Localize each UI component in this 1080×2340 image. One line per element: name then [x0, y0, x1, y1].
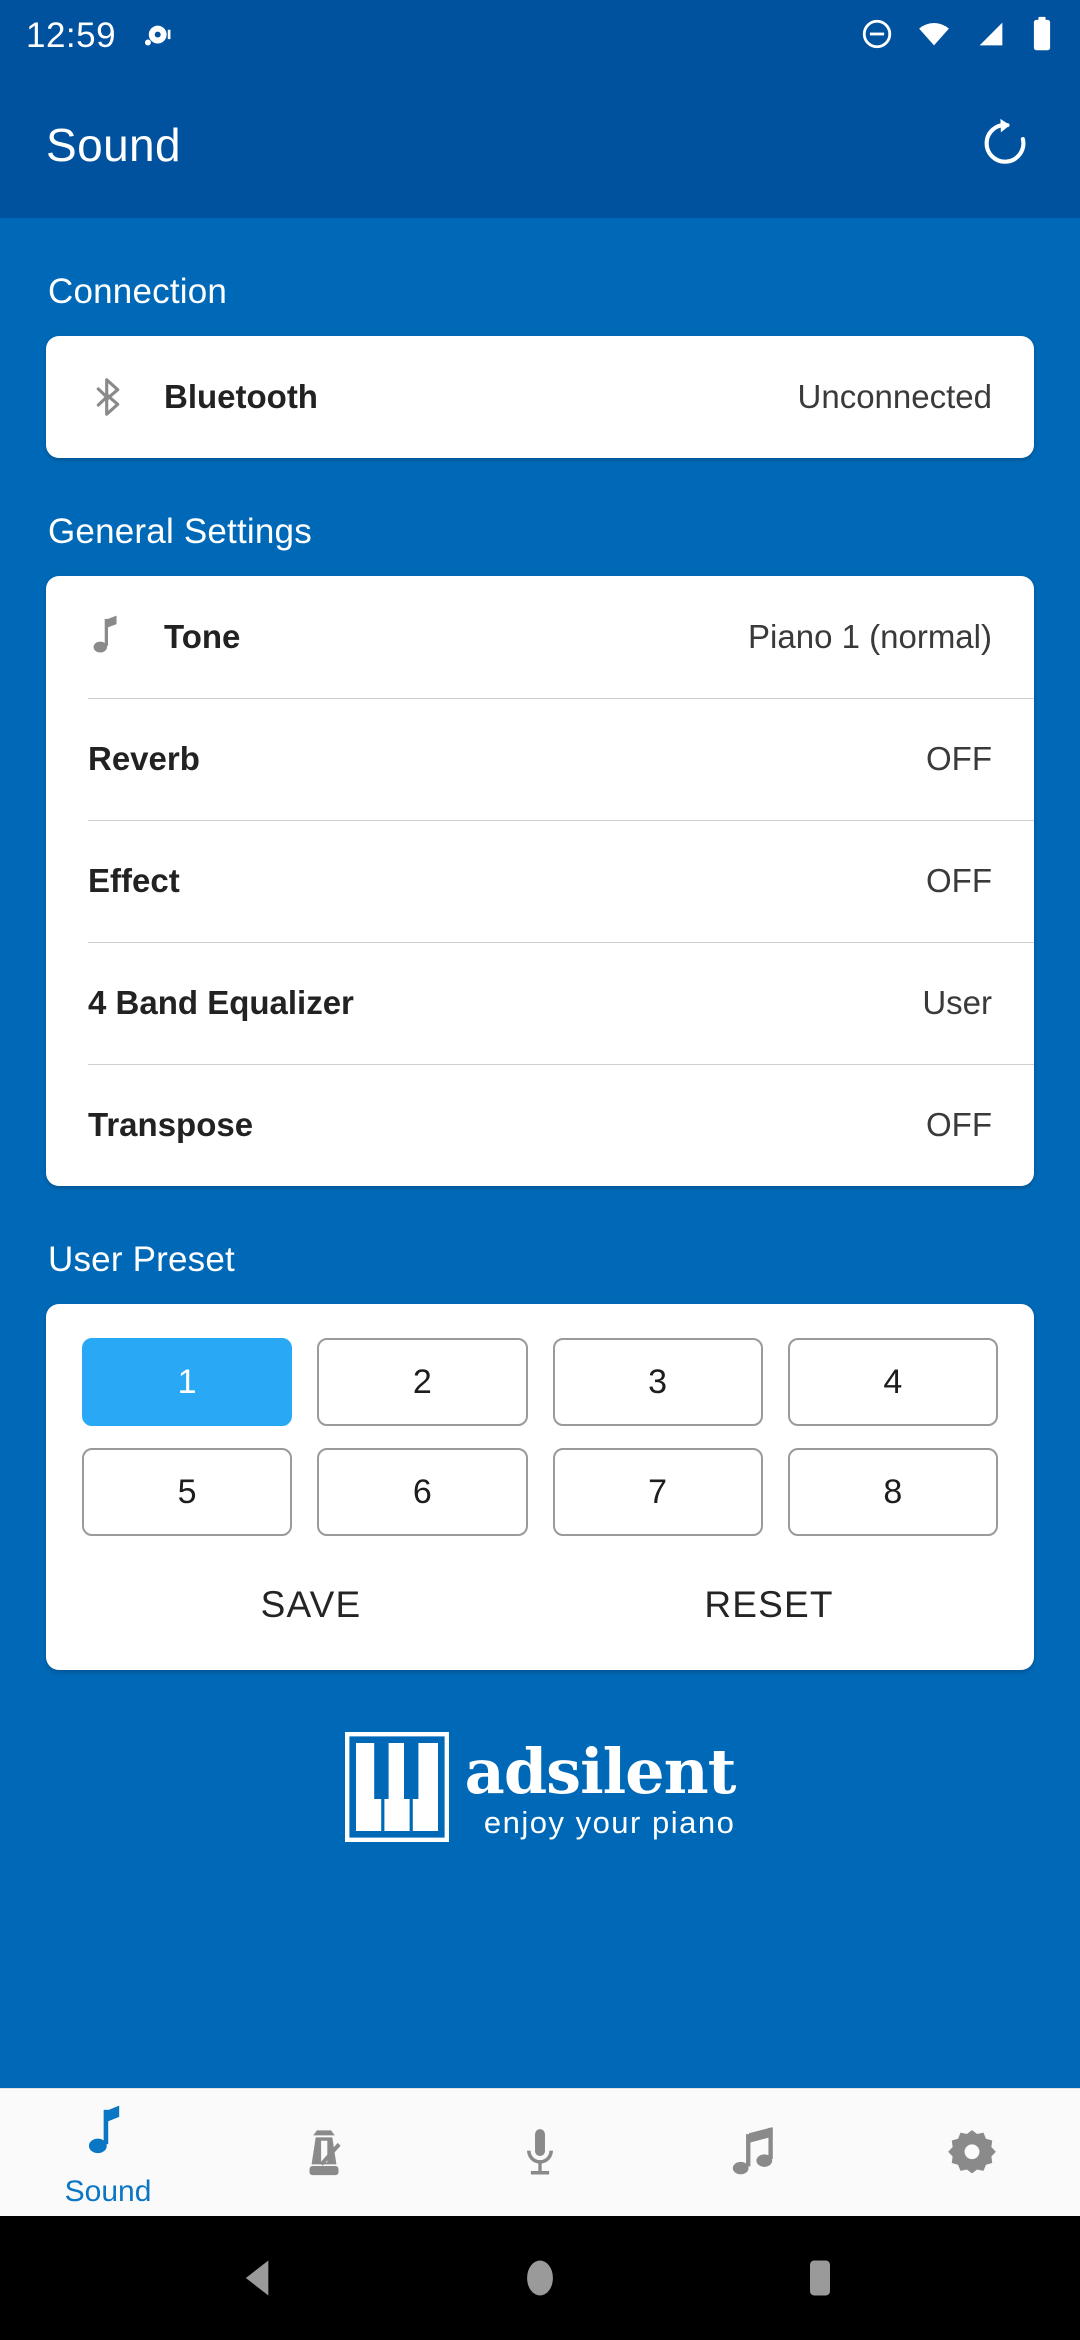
- preset-grid: 1 2 3 4 5 6 7 8: [82, 1338, 998, 1536]
- bottom-navigation: Sound Metronome: [0, 2088, 1080, 2216]
- preset-button-7[interactable]: 7: [552, 1448, 763, 1536]
- row-label: Tone: [164, 618, 241, 655]
- row-value: OFF: [926, 1106, 992, 1143]
- main-content: Connection Bluetooth Unconnected General…: [0, 218, 1080, 2088]
- battery-icon: [1030, 16, 1054, 57]
- row-label: Effect: [88, 862, 180, 899]
- nav-item-sound[interactable]: Sound: [0, 2089, 216, 2216]
- status-bar: 12:59: [0, 0, 1080, 72]
- preset-actions: SAVE RESET: [82, 1562, 998, 1640]
- preset-button-4[interactable]: 4: [787, 1338, 998, 1426]
- cellular-signal-icon: [974, 17, 1008, 56]
- music-note-icon: [83, 2104, 133, 2167]
- save-button[interactable]: SAVE: [82, 1562, 540, 1640]
- disc-notification-icon: [140, 19, 174, 53]
- user-preset-card: 1 2 3 4 5 6 7 8 SAVE RESET: [46, 1304, 1034, 1670]
- piano-keys-icon: [344, 1731, 450, 1847]
- wifi-icon: [916, 17, 952, 56]
- row-transpose[interactable]: Transpose OFF: [46, 1064, 1034, 1186]
- logo-tagline: enjoy your piano: [483, 1805, 736, 1840]
- bluetooth-icon: [88, 375, 146, 419]
- status-bar-icons: [860, 16, 1054, 57]
- row-label: Transpose: [88, 1106, 254, 1143]
- home-circle-icon[interactable]: [515, 2253, 565, 2303]
- general-settings-card: Tone Piano 1 (normal) Reverb OFF Effect …: [46, 576, 1034, 1186]
- connection-card: Bluetooth Unconnected: [46, 336, 1034, 458]
- metronome-icon: [299, 2125, 349, 2188]
- gear-icon: [945, 2125, 999, 2188]
- row-effect[interactable]: Effect OFF: [46, 820, 1034, 942]
- row-4-band-equalizer[interactable]: 4 Band Equalizer User: [46, 942, 1034, 1064]
- nav-item-label: Sound: [64, 2175, 152, 2208]
- android-navigation-bar: [0, 2216, 1080, 2340]
- row-label: Reverb: [88, 740, 200, 777]
- preset-button-5[interactable]: 5: [82, 1448, 293, 1536]
- app-screen: 12:59 Sound Connection Bluetooth Unconne…: [0, 0, 1080, 2340]
- row-value: User: [922, 984, 992, 1021]
- recents-square-icon[interactable]: [795, 2253, 845, 2303]
- preset-button-2[interactable]: 2: [317, 1338, 528, 1426]
- row-label: 4 Band Equalizer: [88, 984, 354, 1021]
- row-value: OFF: [926, 740, 992, 777]
- microphone-icon: [515, 2125, 565, 2188]
- section-title-general-settings: General Settings: [48, 512, 312, 551]
- row-label: Bluetooth: [164, 378, 318, 415]
- app-bar-actions: [976, 114, 1034, 177]
- nav-item-metronome[interactable]: Metronome: [216, 2089, 432, 2216]
- preset-button-3[interactable]: 3: [552, 1338, 763, 1426]
- back-triangle-icon[interactable]: [235, 2253, 285, 2303]
- app-bar: Sound: [0, 72, 1080, 218]
- nav-item-recorder[interactable]: Recorder: [432, 2089, 648, 2216]
- row-bluetooth[interactable]: Bluetooth Unconnected: [46, 336, 1034, 458]
- row-reverb[interactable]: Reverb OFF: [46, 698, 1034, 820]
- row-value: Unconnected: [797, 378, 992, 415]
- section-title-user-preset: User Preset: [48, 1240, 235, 1279]
- preset-button-1[interactable]: 1: [82, 1338, 293, 1426]
- preset-button-6[interactable]: 6: [317, 1448, 528, 1536]
- refresh-icon[interactable]: [976, 114, 1034, 177]
- logo-wordmark: adsilent: [464, 1735, 737, 1808]
- row-value: Piano 1 (normal): [748, 618, 992, 655]
- nav-item-settings[interactable]: Settings: [864, 2089, 1080, 2216]
- brand-logo: adsilent enjoy your piano: [46, 1670, 1034, 1847]
- do-not-disturb-icon: [860, 17, 894, 56]
- music-notes-icon: [729, 2125, 783, 2188]
- page-title: Sound: [46, 119, 182, 171]
- nav-item-songs[interactable]: Songs: [648, 2089, 864, 2216]
- row-value: OFF: [926, 862, 992, 899]
- status-bar-clock: 12:59: [26, 16, 117, 55]
- reset-button[interactable]: RESET: [540, 1562, 998, 1640]
- music-note-icon: [88, 614, 146, 660]
- preset-button-8[interactable]: 8: [787, 1448, 998, 1536]
- section-title-connection: Connection: [48, 272, 228, 311]
- row-tone[interactable]: Tone Piano 1 (normal): [46, 576, 1034, 698]
